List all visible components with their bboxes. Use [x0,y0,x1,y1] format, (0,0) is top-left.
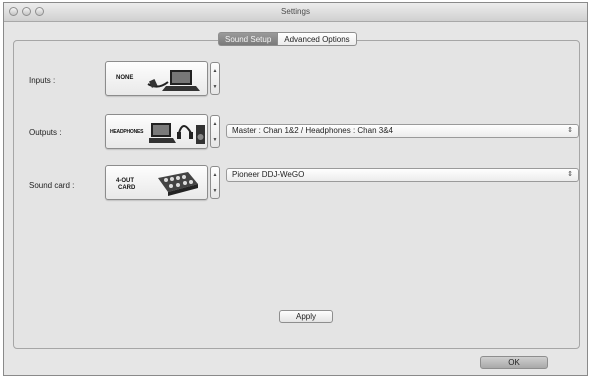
inputs-stepper[interactable]: ▲ ▼ [210,62,220,95]
popup-arrows-icon: ⇕ [567,171,573,178]
sound-card-icon [158,172,198,196]
stepper-up-icon[interactable]: ▲ [211,116,219,132]
sound-card-label: Sound card : [29,181,75,190]
sound-card-selected-value: Pioneer DDJ-WeGO [232,170,305,179]
stepper-down-icon[interactable]: ▼ [211,79,219,95]
sound-card-device-text-line1: 4-OUT [116,178,134,184]
outputs-routing-select[interactable]: Master : Chan 1&2 / Headphones : Chan 3&… [226,124,579,138]
window-title: Settings [281,7,310,16]
sound-card-select[interactable]: Pioneer DDJ-WeGO ⇕ [226,168,579,182]
inputs-device-selector[interactable]: NONE [105,61,208,96]
outputs-routing-value: Master : Chan 1&2 / Headphones : Chan 3&… [232,126,393,135]
laptop-with-cable-icon [147,70,200,91]
sound-card-stepper[interactable]: ▲ ▼ [210,166,220,199]
stepper-down-icon[interactable]: ▼ [211,132,219,148]
inputs-device-text: NONE [116,75,134,81]
stepper-up-icon[interactable]: ▲ [211,167,219,183]
tab-bar: Sound Setup Advanced Options [218,32,357,46]
settings-panel: Inputs : NONE ▲ ▼ Outputs : HEADPHONES ▲… [13,40,580,349]
stepper-down-icon[interactable]: ▼ [211,183,219,199]
popup-arrows-icon: ⇕ [567,127,573,134]
ok-button[interactable]: OK [480,356,548,369]
tab-sound-setup[interactable]: Sound Setup [218,32,278,46]
tab-advanced-options[interactable]: Advanced Options [277,32,357,46]
stepper-up-icon[interactable]: ▲ [211,63,219,79]
inputs-label: Inputs : [29,76,56,85]
outputs-stepper[interactable]: ▲ ▼ [210,115,220,148]
sound-card-device-text-line2: CARD [118,185,136,191]
outputs-device-text: HEADPHONES [110,129,144,135]
laptop-headphones-speaker-icon [149,123,205,144]
outputs-device-selector[interactable]: HEADPHONES [105,114,208,149]
apply-button[interactable]: Apply [279,310,333,323]
sound-card-device-selector[interactable]: 4-OUT CARD [105,165,208,200]
settings-window: Settings Sound Setup Advanced Options In… [3,2,588,376]
title-bar: Settings [4,3,587,22]
outputs-label: Outputs : [29,128,62,137]
